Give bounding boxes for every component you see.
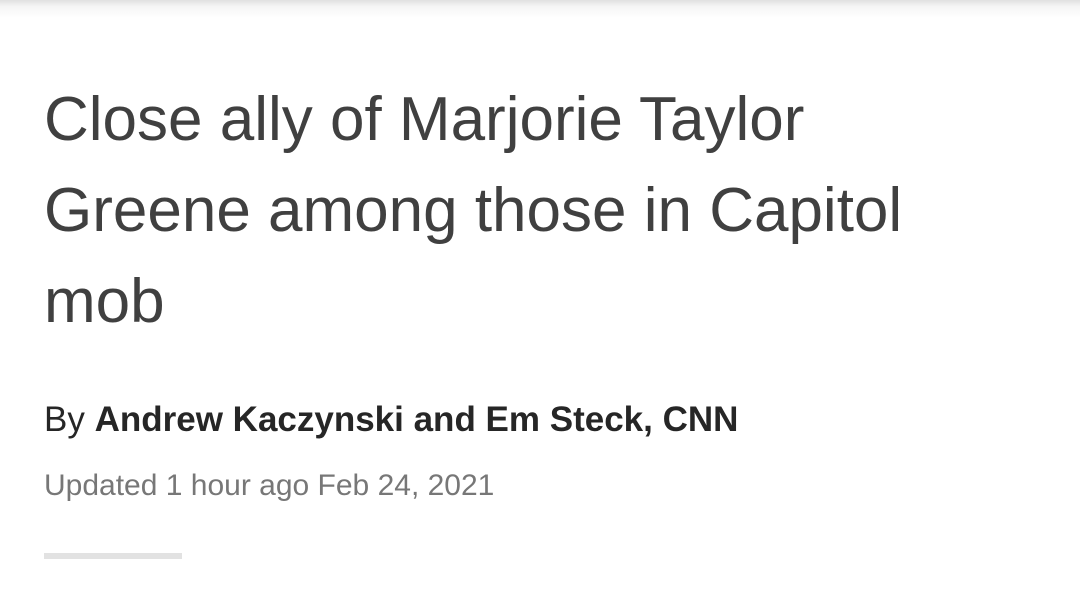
article-header: Close ally of Marjorie Taylor Greene amo… [44,74,1044,347]
article-byline: By Andrew Kaczynski and Em Steck, CNN [44,398,738,442]
article-headline: Close ally of Marjorie Taylor Greene amo… [44,85,903,336]
article-timestamp: Updated 1 hour ago Feb 24, 2021 [44,469,495,502]
top-shadow [0,0,1080,18]
byline-authors[interactable]: Andrew Kaczynski and Em Steck, CNN [95,400,739,439]
byline-prefix: By [44,400,85,439]
section-divider [44,553,182,559]
